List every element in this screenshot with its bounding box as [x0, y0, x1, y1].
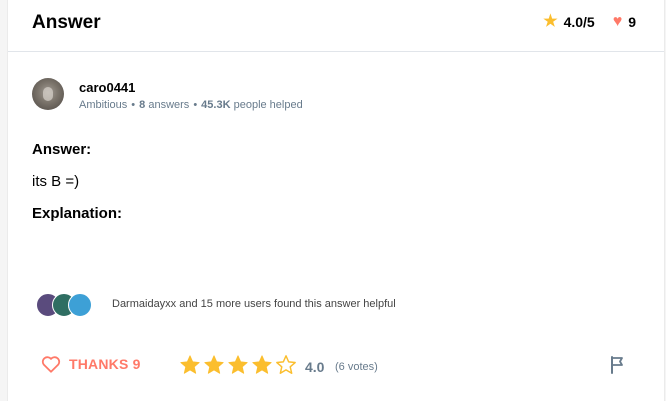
star-filled-icon[interactable]: [251, 354, 273, 376]
helped-label: people helped: [233, 99, 303, 111]
star-filled-icon[interactable]: [227, 354, 249, 376]
answers-count: 8: [139, 99, 146, 111]
answer-rating-summary: ★ 4.0/5 ♥ 9: [543, 13, 636, 31]
helper-avatar: [68, 293, 92, 317]
answer-title: Answer: [32, 12, 101, 33]
star-filled-icon[interactable]: [203, 354, 225, 376]
helpful-users-text: Darmaidayxx and 15 more users found this…: [112, 298, 396, 310]
author-username[interactable]: caro0441: [79, 80, 135, 95]
thanks-label: THANKS 9: [69, 356, 141, 372]
votes-count: (6 votes): [335, 361, 378, 373]
hearts-count: 9: [628, 14, 636, 30]
heart-outline-icon: [41, 356, 61, 373]
explanation-label: Explanation:: [32, 205, 123, 222]
avatar[interactable]: [32, 78, 64, 110]
author-rank: Ambitious: [79, 99, 128, 111]
thanks-button[interactable]: THANKS 9: [41, 355, 141, 373]
heart-icon: ♥: [612, 13, 623, 30]
answer-card: Answer ★ 4.0/5 ♥ 9 caro0441 Ambitious • 8 …: [7, 0, 665, 401]
answer-label: Answer:: [32, 141, 92, 158]
answer-header: Answer ★ 4.0/5 ♥ 9: [8, 0, 664, 52]
rating-value: 4.0/5: [563, 14, 595, 30]
star-filled-icon[interactable]: [179, 354, 201, 376]
star-icon: ★: [543, 13, 558, 30]
helped-count: 45.3K: [201, 99, 231, 111]
answer-text: its B =): [32, 173, 80, 190]
answers-label: answers: [148, 99, 190, 111]
star-rating[interactable]: [179, 354, 297, 376]
answer-footer: THANKS 9 4.0 (6 votes): [8, 350, 664, 380]
footer-rating-value: 4.0: [305, 359, 325, 375]
star-empty-icon[interactable]: [275, 354, 297, 376]
author-meta: Ambitious • 8 answers • 45.3K people helped: [79, 99, 303, 111]
flag-icon[interactable]: [610, 356, 626, 374]
